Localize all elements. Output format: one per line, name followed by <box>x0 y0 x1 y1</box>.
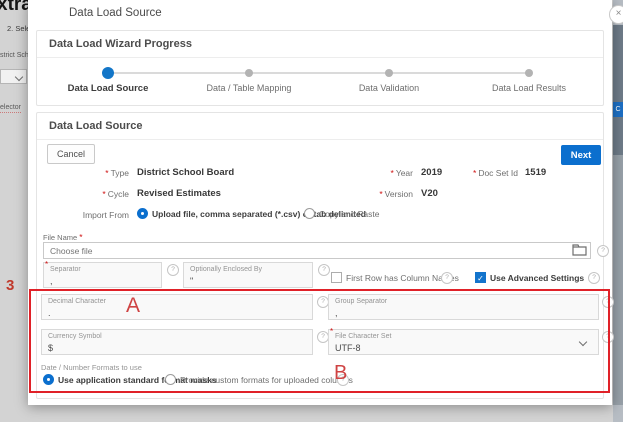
background-right-panel-mid <box>613 155 623 405</box>
next-button[interactable]: Next <box>561 145 601 165</box>
data-load-source-panel: Data Load Source Cancel Next *Type Distr… <box>36 112 604 399</box>
file-name-input[interactable] <box>43 242 591 259</box>
wizard-step-dot <box>245 69 253 77</box>
wizard-step-label-3: Data Validation <box>319 83 459 93</box>
copy-paste-radio[interactable] <box>304 208 315 219</box>
decimal-character-field-value: . <box>48 308 51 318</box>
file-character-set-label: File Character Set <box>335 333 391 340</box>
enclosed-by-field-label: Optionally Enclosed By <box>190 266 262 273</box>
decimal-character-field[interactable]: Decimal Character . <box>41 294 313 320</box>
file-name-label: File Name * <box>43 232 85 242</box>
currency-symbol-field-label: Currency Symbol <box>48 333 102 340</box>
required-icon: * <box>102 189 105 199</box>
wizard-step-label-4: Data Load Results <box>459 83 599 93</box>
background-field-label: strict Sch <box>0 52 29 59</box>
advanced-settings-checkbox[interactable]: ✓ <box>475 272 486 283</box>
first-row-checkbox[interactable] <box>331 272 342 283</box>
dialog-title: Data Load Source <box>69 7 162 19</box>
help-icon[interactable]: ? <box>167 264 179 276</box>
separator-field-value: , <box>50 276 53 286</box>
group-separator-field-label: Group Separator <box>335 298 387 305</box>
copy-paste-radio-label[interactable]: Copy and Paste <box>319 209 379 219</box>
doc-set-id-value: 1519 <box>525 167 546 178</box>
custom-formats-radio-label[interactable]: Provide custom formats for uploaded colu… <box>180 375 353 385</box>
separator-field[interactable]: * Separator , <box>43 262 162 288</box>
check-icon: ✓ <box>477 274 484 283</box>
required-icon: * <box>473 168 476 178</box>
version-value: V20 <box>421 188 438 199</box>
help-icon[interactable]: ? <box>337 374 349 386</box>
background-selector-link[interactable]: elector <box>0 104 21 113</box>
background-select[interactable] <box>0 69 27 84</box>
screen: xtract 2. Sele strict Sch elector C Data… <box>0 0 623 422</box>
formats-to-use-label: Date / Number Formats to use <box>41 363 142 372</box>
required-icon: * <box>379 189 382 199</box>
wizard-progress-panel: Data Load Wizard Progress Data Load Sour… <box>36 30 604 106</box>
chevron-down-icon <box>15 73 23 81</box>
help-icon[interactable]: ? <box>597 245 609 257</box>
separator-field-label: Separator <box>50 266 81 273</box>
background-step-text: 2. Sele <box>7 24 30 33</box>
required-icon: * <box>330 327 333 336</box>
help-icon[interactable]: ? <box>602 296 614 308</box>
source-panel-title: Data Load Source <box>49 120 143 132</box>
wizard-step-dot <box>525 69 533 77</box>
wizard-train-line <box>108 72 529 74</box>
help-icon[interactable]: ? <box>318 264 330 276</box>
cycle-value: Revised Estimates <box>137 188 221 199</box>
browse-folder-icon <box>572 244 587 256</box>
version-label: *Version <box>337 189 413 199</box>
cancel-button[interactable]: Cancel <box>47 144 95 164</box>
wizard-panel-title: Data Load Wizard Progress <box>49 38 192 50</box>
group-separator-field-value: , <box>335 308 338 318</box>
currency-symbol-field-value: $ <box>48 343 53 353</box>
wizard-step-label-1: Data Load Source <box>38 83 178 94</box>
upload-file-radio[interactable] <box>137 208 148 219</box>
standard-format-masks-radio[interactable] <box>43 374 54 385</box>
wizard-step-dot <box>385 69 393 77</box>
help-icon[interactable]: ? <box>588 272 600 284</box>
close-icon: × <box>616 8 622 19</box>
divider <box>37 57 603 58</box>
enclosed-by-field[interactable]: Optionally Enclosed By " <box>183 262 313 288</box>
close-button[interactable]: × <box>609 5 623 24</box>
help-icon[interactable]: ? <box>602 331 614 343</box>
year-label: *Year <box>337 168 413 178</box>
required-icon: * <box>45 260 48 269</box>
enclosed-by-field-value: " <box>190 276 193 286</box>
background-blue-badge: C <box>613 102 623 117</box>
required-icon: * <box>105 168 108 178</box>
file-character-set-value: UTF-8 <box>335 343 361 353</box>
wizard-step-label-2: Data / Table Mapping <box>179 83 319 93</box>
annotation-number-3: 3 <box>6 277 14 294</box>
browse-file-button[interactable] <box>571 244 587 257</box>
data-load-source-dialog: Data Load Source × Data Load Wizard Prog… <box>28 0 612 405</box>
doc-set-id-label: *Doc Set Id <box>437 168 518 178</box>
file-character-set-select[interactable]: * File Character Set UTF-8 <box>328 329 599 355</box>
import-from-label: Import From <box>41 210 129 220</box>
advanced-settings-checkbox-label[interactable]: Use Advanced Settings <box>490 273 584 283</box>
background-right-panel-dark <box>613 25 623 155</box>
group-separator-field[interactable]: Group Separator , <box>328 294 599 320</box>
required-icon: * <box>79 232 82 242</box>
currency-symbol-field[interactable]: Currency Symbol $ <box>41 329 313 355</box>
type-label: *Type <box>53 168 129 178</box>
type-value: District School Board <box>137 167 234 178</box>
decimal-character-field-label: Decimal Character <box>48 298 106 305</box>
chevron-down-icon <box>579 338 587 346</box>
help-icon[interactable]: ? <box>441 272 453 284</box>
custom-formats-radio[interactable] <box>165 374 176 385</box>
cycle-label: *Cycle <box>53 189 129 199</box>
divider <box>37 139 603 140</box>
required-icon: * <box>391 168 394 178</box>
wizard-step-dot-current <box>102 67 114 79</box>
